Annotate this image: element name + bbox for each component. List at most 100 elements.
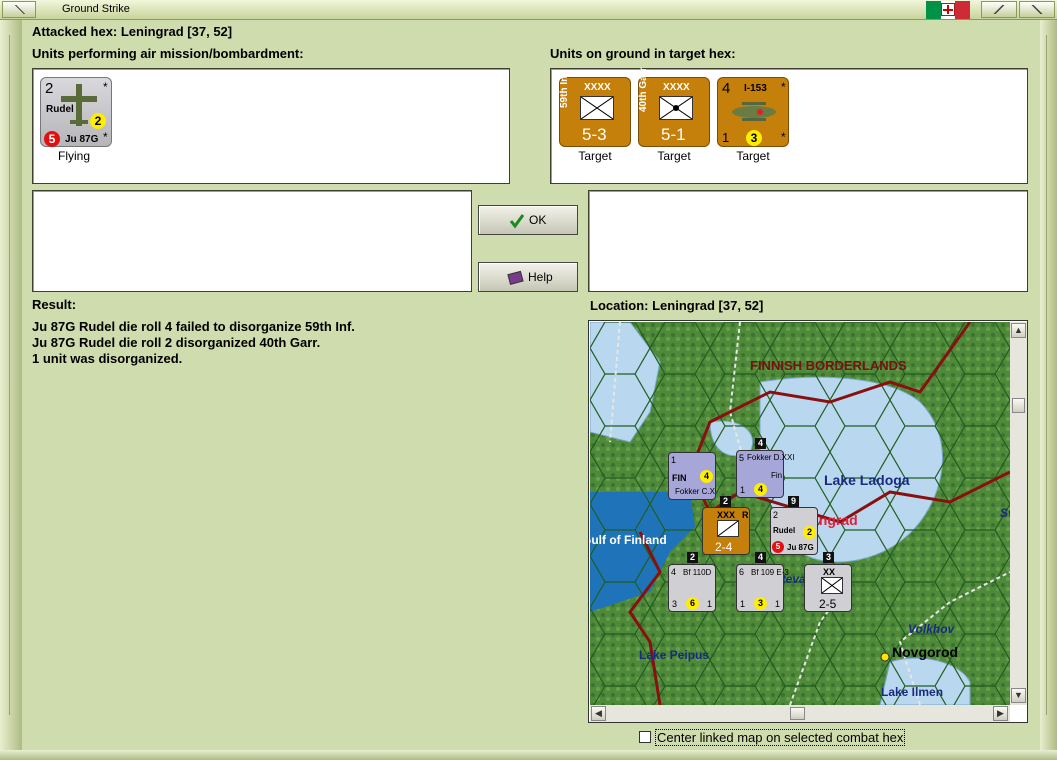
counter-marker: * bbox=[781, 80, 786, 94]
unit-value: 2-4 bbox=[715, 540, 733, 554]
unit-extra: 1 bbox=[775, 599, 781, 609]
map-label-finnish-borderlands: FINNISH BORDERLANDS bbox=[750, 358, 907, 373]
map-horizontal-scroll-thumb[interactable] bbox=[790, 707, 805, 720]
unit-type: Bf 110D bbox=[683, 568, 712, 577]
ground-unit-counter-i153[interactable]: 4 I-153 * 1 3 * bbox=[717, 77, 789, 147]
unit-type: Ju 87G bbox=[787, 543, 814, 552]
range-value: 1 bbox=[722, 130, 730, 145]
map-label-novgorod: Novgorod bbox=[892, 644, 959, 660]
attack-value: 2 bbox=[90, 113, 106, 129]
scroll-left-icon[interactable]: ◀ bbox=[591, 706, 606, 721]
unit-range: 3 bbox=[672, 599, 678, 609]
unit-strength: 4 bbox=[671, 567, 677, 577]
unit-strength: 6 bbox=[739, 567, 745, 577]
unit-marker: R bbox=[742, 510, 749, 520]
map-label-gulf-of-finland: Gulf of Finland bbox=[590, 533, 667, 547]
unit-strength: 1 bbox=[671, 455, 677, 465]
help-button[interactable]: Help bbox=[478, 262, 578, 292]
close-button[interactable] bbox=[1019, 1, 1055, 18]
ground-units-panel: XXXX 59th Inf 5-3 Target XXXX 40th Garr … bbox=[550, 68, 1028, 184]
map-unit-1st-nkvd[interactable]: XX 2-5 bbox=[804, 564, 852, 612]
stack-count: 3 bbox=[823, 552, 834, 563]
result-line: Ju 87G Rudel die roll 4 failed to disorg… bbox=[32, 319, 355, 334]
scroll-up-icon[interactable]: ▲ bbox=[1011, 323, 1026, 338]
counter-marker-2: * bbox=[103, 130, 108, 144]
attack-value: 4 bbox=[754, 483, 767, 496]
ok-button[interactable]: OK bbox=[478, 205, 578, 235]
air-unit-counter-ju87g[interactable]: 2 * Rudel 2 5 Ju 87G * bbox=[40, 77, 112, 147]
window-frame-bottom bbox=[0, 750, 1057, 760]
unit-type: Fokker C.X bbox=[675, 487, 716, 496]
map-unit-fokker-cx[interactable]: 1 FIN 4 Fokker C.X bbox=[668, 452, 716, 500]
unit-range: 1 bbox=[740, 599, 746, 609]
help-book-icon bbox=[507, 270, 524, 285]
map-unit-bf109[interactable]: 6 Bf 109 E-3 1 3 1 bbox=[736, 564, 789, 612]
biplane-icon bbox=[732, 102, 776, 121]
attack-value: 3 bbox=[746, 130, 762, 146]
location-heading: Location: Leningrad [37, 52] bbox=[590, 298, 764, 313]
counter-strength: 2 bbox=[45, 80, 54, 97]
unit-value: 5-1 bbox=[661, 125, 686, 144]
map-horizontal-scrollbar[interactable]: ◀ ▶ bbox=[590, 705, 1010, 722]
map-unit-bf110d[interactable]: 4 Bf 110D 3 6 1 bbox=[668, 564, 716, 612]
maximize-button[interactable] bbox=[981, 1, 1017, 18]
location-map[interactable]: FINNISH BORDERLANDS Lake Ladoga Leningra… bbox=[588, 320, 1028, 723]
counter-leader: Rudel bbox=[46, 104, 74, 115]
unit-leader: Rudel bbox=[773, 526, 796, 535]
unit-country: FIN bbox=[672, 473, 687, 483]
center-linked-map-label[interactable]: Center linked map on selected combat hex bbox=[655, 729, 906, 746]
center-linked-map-checkbox[interactable] bbox=[639, 731, 651, 743]
frame-rail-right bbox=[1046, 35, 1052, 715]
unit-strength: 2 bbox=[773, 510, 779, 520]
map-unit-rudel[interactable]: 2 Rudel 2 5 Ju 87G bbox=[770, 507, 818, 555]
infantry-symbol-icon bbox=[580, 96, 614, 120]
map-unit-fokker-dxxi[interactable]: 5 Fokker D.XXI Fin 1 4 bbox=[736, 450, 795, 498]
scroll-down-icon[interactable]: ▼ bbox=[1011, 688, 1026, 703]
ground-unit-status-1: Target bbox=[578, 149, 612, 163]
system-menu-button[interactable] bbox=[2, 1, 36, 18]
scroll-right-icon[interactable]: ▶ bbox=[993, 706, 1008, 721]
ground-units-heading: Units on ground in target hex: bbox=[550, 46, 736, 61]
range-value: 5 bbox=[772, 541, 784, 553]
counter-marker-2: * bbox=[781, 130, 786, 144]
stack-count: 2 bbox=[687, 552, 698, 563]
stack-count: 4 bbox=[755, 438, 766, 449]
map-unit-40th-cav[interactable]: XXX R 2-4 bbox=[702, 507, 750, 555]
map-vertical-scroll-thumb[interactable] bbox=[1012, 398, 1025, 413]
cavalry-symbol-icon bbox=[717, 520, 739, 537]
unit-size: XXXX bbox=[663, 82, 690, 93]
result-line: 1 unit was disorganized. bbox=[32, 351, 183, 366]
unit-size: XXX bbox=[717, 510, 736, 520]
garrison-symbol-icon bbox=[659, 96, 693, 120]
unit-country: Fin bbox=[771, 471, 783, 480]
result-line: Ju 87G Rudel die roll 2 disorganized 40t… bbox=[32, 335, 321, 350]
ground-unit-status-3: Target bbox=[736, 149, 770, 163]
unit-extra: 1 bbox=[707, 599, 713, 609]
attack-value: 4 bbox=[700, 470, 713, 483]
ground-unit-counter-59th-inf[interactable]: XXXX 59th Inf 5-3 bbox=[559, 72, 631, 147]
attack-value: 6 bbox=[686, 597, 699, 610]
map-label-lake-ilmen: Lake Ilmen bbox=[881, 685, 944, 699]
ground-unit-counter-40th-garr[interactable]: XXXX 40th Garr 5-1 bbox=[638, 68, 710, 147]
unit-size: XXXX bbox=[584, 82, 611, 93]
frame-rail-left bbox=[9, 35, 17, 715]
unit-strength: 5 bbox=[739, 453, 745, 463]
unit-type: Fokker D.XXI bbox=[747, 453, 795, 462]
map-vertical-scrollbar[interactable]: ▲ ▼ bbox=[1010, 322, 1027, 705]
map-viewport[interactable]: FINNISH BORDERLANDS Lake Ladoga Leningra… bbox=[590, 322, 1010, 705]
counter-type: Ju 87G bbox=[65, 134, 99, 145]
result-heading: Result: bbox=[32, 297, 77, 312]
defender-detail-panel bbox=[588, 190, 1028, 292]
unit-value: 2-5 bbox=[819, 597, 837, 611]
window-title: Ground Strike bbox=[62, 3, 130, 15]
unit-range: 1 bbox=[740, 485, 746, 495]
counter-type: I-153 bbox=[744, 83, 767, 94]
air-units-heading: Units performing air mission/bombardment… bbox=[32, 46, 304, 61]
counter-strength: 4 bbox=[722, 80, 731, 97]
stack-count: 4 bbox=[755, 552, 766, 563]
checkmark-icon bbox=[509, 214, 525, 229]
medic-cross-icon bbox=[941, 3, 955, 16]
map-label-volkhov: Volkhov bbox=[908, 622, 955, 636]
attacked-hex-heading: Attacked hex: Leningrad [37, 52] bbox=[32, 24, 233, 39]
help-label: Help bbox=[528, 270, 553, 284]
